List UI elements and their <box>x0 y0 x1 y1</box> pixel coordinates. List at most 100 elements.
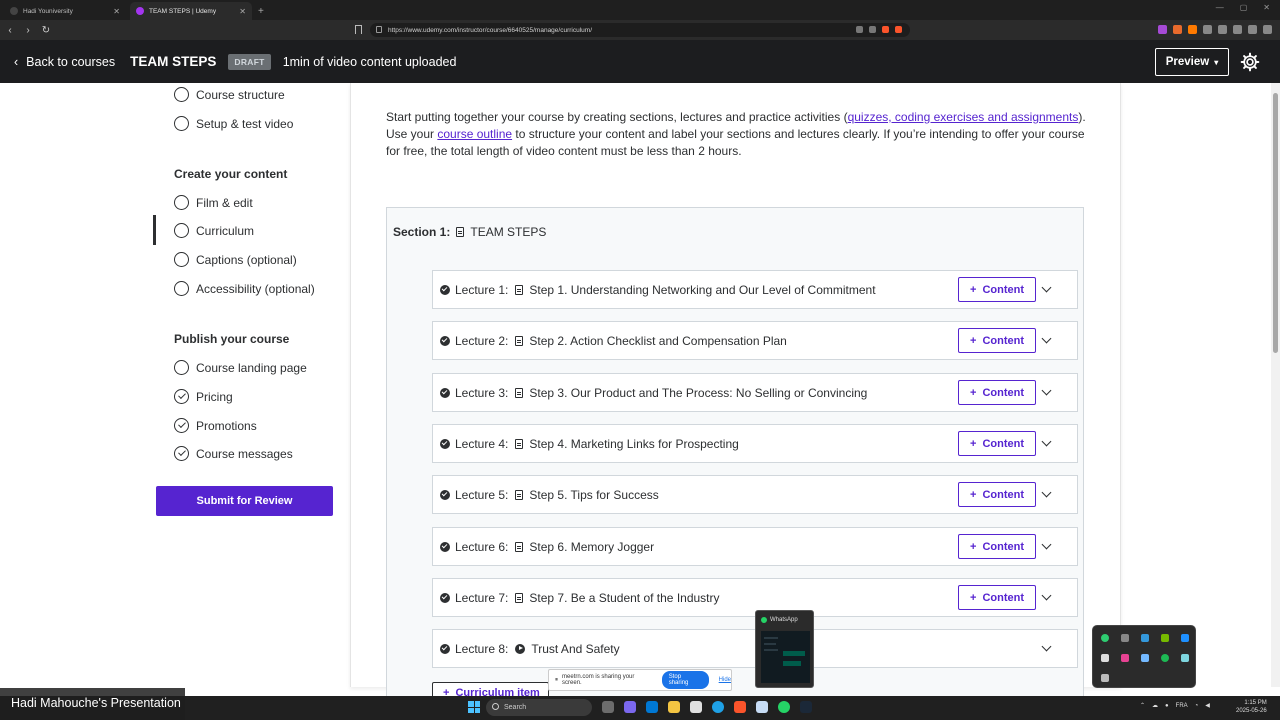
whatsapp-window-preview[interactable]: WhatsApp <box>755 610 814 688</box>
practice-activities-link[interactable]: quizzes, coding exercises and assignment… <box>848 110 1079 124</box>
minimize-icon[interactable]: — <box>1216 3 1224 12</box>
new-tab-icon[interactable]: + <box>258 6 264 17</box>
taskbar-search[interactable]: Search <box>486 699 592 716</box>
lecture-row[interactable]: Lecture 5: Step 5. Tips for Success + Con… <box>432 475 1078 514</box>
app-icon[interactable] <box>756 701 768 713</box>
brave-icon[interactable] <box>734 701 746 713</box>
course-outline-link[interactable]: course outline <box>437 127 512 141</box>
tray-app-icon[interactable] <box>1181 654 1189 662</box>
copilot-icon[interactable] <box>624 701 636 713</box>
brave-rewards-icon[interactable] <box>895 26 902 33</box>
add-content-button[interactable]: + Content <box>958 534 1036 559</box>
tab-close-icon[interactable]: ✕ <box>239 7 246 16</box>
chevron-down-icon[interactable] <box>1041 385 1052 396</box>
wallet-icon[interactable] <box>1218 25 1227 34</box>
brave-shields-icon[interactable] <box>882 26 889 33</box>
windows-start-icon[interactable] <box>468 701 480 713</box>
sidebar-item-course-messages[interactable]: Course messages <box>174 446 293 461</box>
chevron-down-icon[interactable] <box>1041 436 1052 447</box>
sidebar-item-film-edit[interactable]: Film & edit <box>174 195 253 210</box>
tray-app-icon[interactable] <box>1101 654 1109 662</box>
sidebar-item-captions[interactable]: Captions (optional) <box>174 252 297 267</box>
store-icon[interactable] <box>690 701 702 713</box>
chevron-down-icon[interactable] <box>1041 487 1052 498</box>
edge-icon[interactable] <box>712 701 724 713</box>
sidebar-item-pricing[interactable]: Pricing <box>174 389 233 404</box>
browser-tab[interactable]: Hadi Youniversity ✕ <box>4 2 126 20</box>
tray-app-icon[interactable] <box>1161 634 1169 642</box>
chevron-up-icon[interactable]: ⌃ <box>1140 702 1145 709</box>
wifi-icon[interactable]: ◔ <box>1195 703 1199 709</box>
extension-icon[interactable] <box>1173 25 1182 34</box>
microphone-icon[interactable]: ● <box>1165 703 1169 709</box>
vpn-icon[interactable] <box>1233 25 1242 34</box>
site-info-icon[interactable] <box>376 26 382 33</box>
bookmark-icon[interactable] <box>355 25 362 34</box>
add-content-button[interactable]: + Content <box>958 328 1036 353</box>
profile-icon[interactable] <box>1248 25 1257 34</box>
tray-app-icon[interactable] <box>1121 634 1129 642</box>
volume-icon[interactable]: ◀ <box>1205 702 1210 709</box>
add-content-button[interactable]: + Content <box>958 380 1036 405</box>
forward-nav-icon[interactable]: › <box>20 25 36 36</box>
back-nav-icon[interactable]: ‹ <box>2 25 18 36</box>
back-to-courses-link[interactable]: ‹ Back to courses <box>14 55 115 69</box>
url-field[interactable]: https://www.udemy.com/instructor/course/… <box>370 23 910 37</box>
sidebar-item-setup-test-video[interactable]: Setup & test video <box>174 116 293 131</box>
extension-icon[interactable] <box>1188 25 1197 34</box>
sidebar-item-curriculum[interactable]: Curriculum <box>174 223 254 238</box>
sidebar-item-accessibility[interactable]: Accessibility (optional) <box>174 281 315 296</box>
submit-for-review-button[interactable]: Submit for Review <box>156 486 333 516</box>
maximize-icon[interactable]: ▢ <box>1240 3 1248 12</box>
browser-tab-active[interactable]: TEAM STEPS | Udemy ✕ <box>130 2 252 20</box>
outlook-icon[interactable] <box>646 701 658 713</box>
tray-app-icon[interactable] <box>1141 634 1149 642</box>
task-view-icon[interactable] <box>602 701 614 713</box>
lecture-row[interactable]: Lecture 3: Step 3. Our Product and The P… <box>432 373 1078 412</box>
taskbar-clock[interactable]: 1:15 PM 2025-05-26 <box>1236 699 1267 715</box>
tray-app-icon[interactable] <box>1141 654 1149 662</box>
chevron-down-icon[interactable] <box>1041 539 1052 550</box>
add-content-button[interactable]: + Content <box>958 482 1036 507</box>
sidebar-icon[interactable] <box>1203 25 1212 34</box>
extension-icon[interactable] <box>1158 25 1167 34</box>
add-content-button[interactable]: + Content <box>958 585 1036 610</box>
tab-close-icon[interactable]: ✕ <box>113 7 120 16</box>
language-indicator[interactable]: FRA <box>1176 703 1188 709</box>
gear-icon[interactable] <box>1240 52 1260 72</box>
tray-app-icon[interactable] <box>1101 634 1109 642</box>
whatsapp-icon[interactable] <box>778 701 790 713</box>
chevron-down-icon[interactable] <box>1041 641 1052 652</box>
stop-sharing-button[interactable]: Stop sharing <box>661 671 709 689</box>
share-icon[interactable] <box>869 26 876 33</box>
add-content-button[interactable]: + Content <box>958 277 1036 302</box>
menu-icon[interactable] <box>1263 25 1272 34</box>
drag-handle-icon[interactable]: ⏸ <box>555 677 558 684</box>
chevron-down-icon[interactable] <box>1041 590 1052 601</box>
lecture-row[interactable]: Lecture 2: Step 2. Action Checklist and … <box>432 321 1078 360</box>
close-window-icon[interactable]: ✕ <box>1263 3 1270 12</box>
sidebar-item-promotions[interactable]: Promotions <box>174 418 257 433</box>
file-explorer-icon[interactable] <box>668 701 680 713</box>
tray-app-icon[interactable] <box>1101 674 1109 682</box>
zoom-icon[interactable] <box>856 26 863 33</box>
section-header[interactable]: Section 1: TEAM STEPS <box>393 225 546 239</box>
lecture-row[interactable]: Lecture 6: Step 6. Memory Jogger + Conten… <box>432 527 1078 566</box>
onedrive-icon[interactable]: ☁ <box>1152 702 1158 709</box>
scrollbar-thumb[interactable] <box>1273 93 1278 353</box>
tray-app-icon[interactable] <box>1161 654 1169 662</box>
lecture-row[interactable]: Lecture 4: Step 4. Marketing Links for P… <box>432 424 1078 463</box>
preview-button[interactable]: Preview ▾ <box>1155 48 1229 76</box>
bluetooth-icon[interactable] <box>1181 634 1189 642</box>
sidebar-item-landing-page[interactable]: Course landing page <box>174 360 307 375</box>
page-scrollbar[interactable] <box>1271 83 1280 687</box>
chevron-down-icon[interactable] <box>1041 333 1052 344</box>
lecture-row[interactable]: Lecture 1: Step 1. Understanding Network… <box>432 270 1078 309</box>
steam-icon[interactable] <box>800 701 812 713</box>
reload-icon[interactable]: ↻ <box>38 25 54 36</box>
add-content-button[interactable]: + Content <box>958 431 1036 456</box>
tray-app-icon[interactable] <box>1121 654 1129 662</box>
chevron-down-icon[interactable] <box>1041 282 1052 293</box>
hide-share-bar-link[interactable]: Hide <box>719 677 731 683</box>
sidebar-item-course-structure[interactable]: Course structure <box>174 87 285 102</box>
